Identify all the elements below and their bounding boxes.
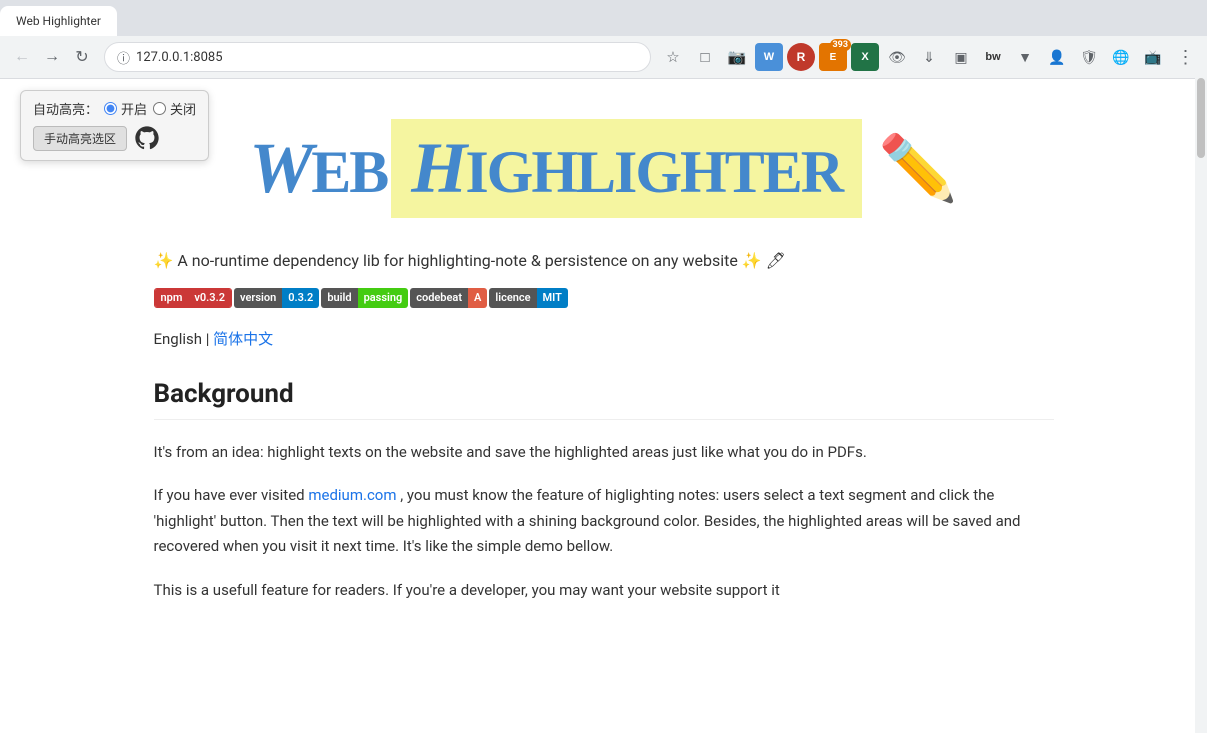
ext-icon-1[interactable]: W <box>755 43 783 71</box>
logo-highlighter-text: HIGHLIGHTER <box>411 128 842 208</box>
github-icon[interactable] <box>133 124 161 152</box>
badge-licence-right: MIT <box>537 288 568 308</box>
badge-codebeat-left: codebeat <box>410 288 468 308</box>
ext-icon-eye[interactable]: 👁 <box>883 43 911 71</box>
shield-button[interactable]: 🛡 <box>1075 43 1103 71</box>
scrollbar-thumb[interactable] <box>1197 78 1205 158</box>
section-background-title: Background <box>154 379 1054 420</box>
badge-version-left: version <box>234 288 282 308</box>
radio-off-input[interactable] <box>153 102 166 115</box>
auto-highlight-label: 自动高亮： <box>33 99 98 118</box>
sparkle-right: ✨ <box>742 251 762 270</box>
badge-build-left: build <box>321 288 357 308</box>
radio-on-input[interactable] <box>104 102 117 115</box>
auto-highlight-row: 自动高亮： 开启 关闭 <box>33 99 196 118</box>
logo-highlighter-box: HIGHLIGHTER <box>391 119 862 218</box>
forward-button[interactable]: → <box>38 43 66 71</box>
browser-toolbar: ← → ↻ ⓘ 127.0.0.1:8085 ☆ □ 📷 W R E 393 X… <box>0 36 1207 78</box>
reload-button[interactable]: ↻ <box>68 43 96 71</box>
back-button[interactable]: ← <box>8 43 36 71</box>
pencil-red: 🖊 <box>766 251 786 270</box>
badge-npm-right: v0.3.2 <box>188 289 231 307</box>
badge-version-right: 0.3.2 <box>282 288 319 308</box>
badge-build[interactable]: build passing <box>321 288 408 308</box>
manual-highlight-row: 手动高亮选区 <box>33 124 196 152</box>
header-area: WEB HIGHLIGHTER ✏️ <box>154 119 1054 218</box>
browser-chrome: Web Highlighter ← → ↻ ⓘ 127.0.0.1:8085 ☆… <box>0 0 1207 79</box>
pencil-emoji: ✏️ <box>878 131 958 206</box>
ext-badge-r[interactable]: R <box>787 43 815 71</box>
menu-button[interactable]: ⋮ <box>1171 43 1199 71</box>
badge-codebeat-right: A <box>468 288 487 308</box>
badges-container: npm v0.3.2 version 0.3.2 build passing c… <box>154 288 1054 308</box>
medium-link[interactable]: medium.com <box>308 486 396 504</box>
badge-version[interactable]: version 0.3.2 <box>234 288 319 308</box>
manual-highlight-button[interactable]: 手动高亮选区 <box>33 126 127 151</box>
radio-on-label: 开启 <box>121 99 147 118</box>
address-text: 127.0.0.1:8085 <box>136 50 223 65</box>
ext-icon-funnel[interactable]: ▼ <box>1011 43 1039 71</box>
ext-icon-qr[interactable]: ▣ <box>947 43 975 71</box>
profile-button[interactable]: 👤 <box>1043 43 1071 71</box>
tab-title: Web Highlighter <box>16 14 101 28</box>
ext-icon-arrow[interactable]: ⇓ <box>915 43 943 71</box>
ext-badge-orange[interactable]: E 393 <box>819 43 847 71</box>
ext-icon-bw[interactable]: bw <box>979 43 1007 71</box>
toolbar-icons: ☆ □ 📷 W R E 393 X 👁 ⇓ ▣ bw ▼ 👤 🛡 🌐 📺 ⋮ <box>659 43 1199 71</box>
paragraph-2: If you have ever visited medium.com , yo… <box>154 483 1054 560</box>
active-tab[interactable]: Web Highlighter <box>0 6 117 36</box>
page-container: WEB HIGHLIGHTER ✏️ ✨ A no-runtime depend… <box>114 79 1094 661</box>
ext-badge-count: 393 <box>830 39 852 51</box>
radio-group-off[interactable]: 关闭 <box>153 99 196 118</box>
camera-button[interactable]: 📷 <box>723 43 751 71</box>
paragraph-3: This is a usefull feature for readers. I… <box>154 578 1054 604</box>
browser-tabs: Web Highlighter <box>0 0 1207 36</box>
logo-web-text: WEB <box>249 127 387 210</box>
badge-npm[interactable]: npm v0.3.2 <box>154 288 233 308</box>
badge-licence-left: licence <box>489 288 536 308</box>
lang-chinese-link[interactable]: 简体中文 <box>213 330 273 348</box>
screen-capture-button[interactable]: □ <box>691 43 719 71</box>
para2-prefix: If you have ever visited <box>154 486 309 504</box>
extension-overlay: 自动高亮： 开启 关闭 手动高亮选区 <box>20 90 209 161</box>
ext-icon-r[interactable]: R <box>787 43 815 71</box>
ext-icon-x[interactable]: X <box>851 43 879 71</box>
description-main: A no-runtime dependency lib for highligh… <box>177 251 741 270</box>
cast-button[interactable]: 📺 <box>1139 43 1167 71</box>
radio-group-on[interactable]: 开启 <box>104 99 147 118</box>
globe-button[interactable]: 🌐 <box>1107 43 1135 71</box>
badge-build-right: passing <box>358 288 409 308</box>
scrollbar-track[interactable] <box>1195 78 1207 733</box>
badge-licence[interactable]: licence MIT <box>489 288 568 308</box>
address-bar[interactable]: ⓘ 127.0.0.1:8085 <box>104 42 651 72</box>
sparkle-left: ✨ <box>154 251 174 270</box>
paragraph-1: It's from an idea: highlight texts on th… <box>154 440 1054 466</box>
nav-buttons: ← → ↻ <box>8 43 96 71</box>
badge-codebeat[interactable]: codebeat A <box>410 288 487 308</box>
lang-english: English <box>154 330 203 348</box>
badge-npm-left: npm <box>155 289 189 307</box>
lock-icon: ⓘ <box>117 48 130 67</box>
bookmark-button[interactable]: ☆ <box>659 43 687 71</box>
description-text: ✨ A no-runtime dependency lib for highli… <box>154 248 1054 274</box>
radio-off-label: 关闭 <box>170 99 196 118</box>
language-links: English | 简体中文 <box>154 328 1054 349</box>
